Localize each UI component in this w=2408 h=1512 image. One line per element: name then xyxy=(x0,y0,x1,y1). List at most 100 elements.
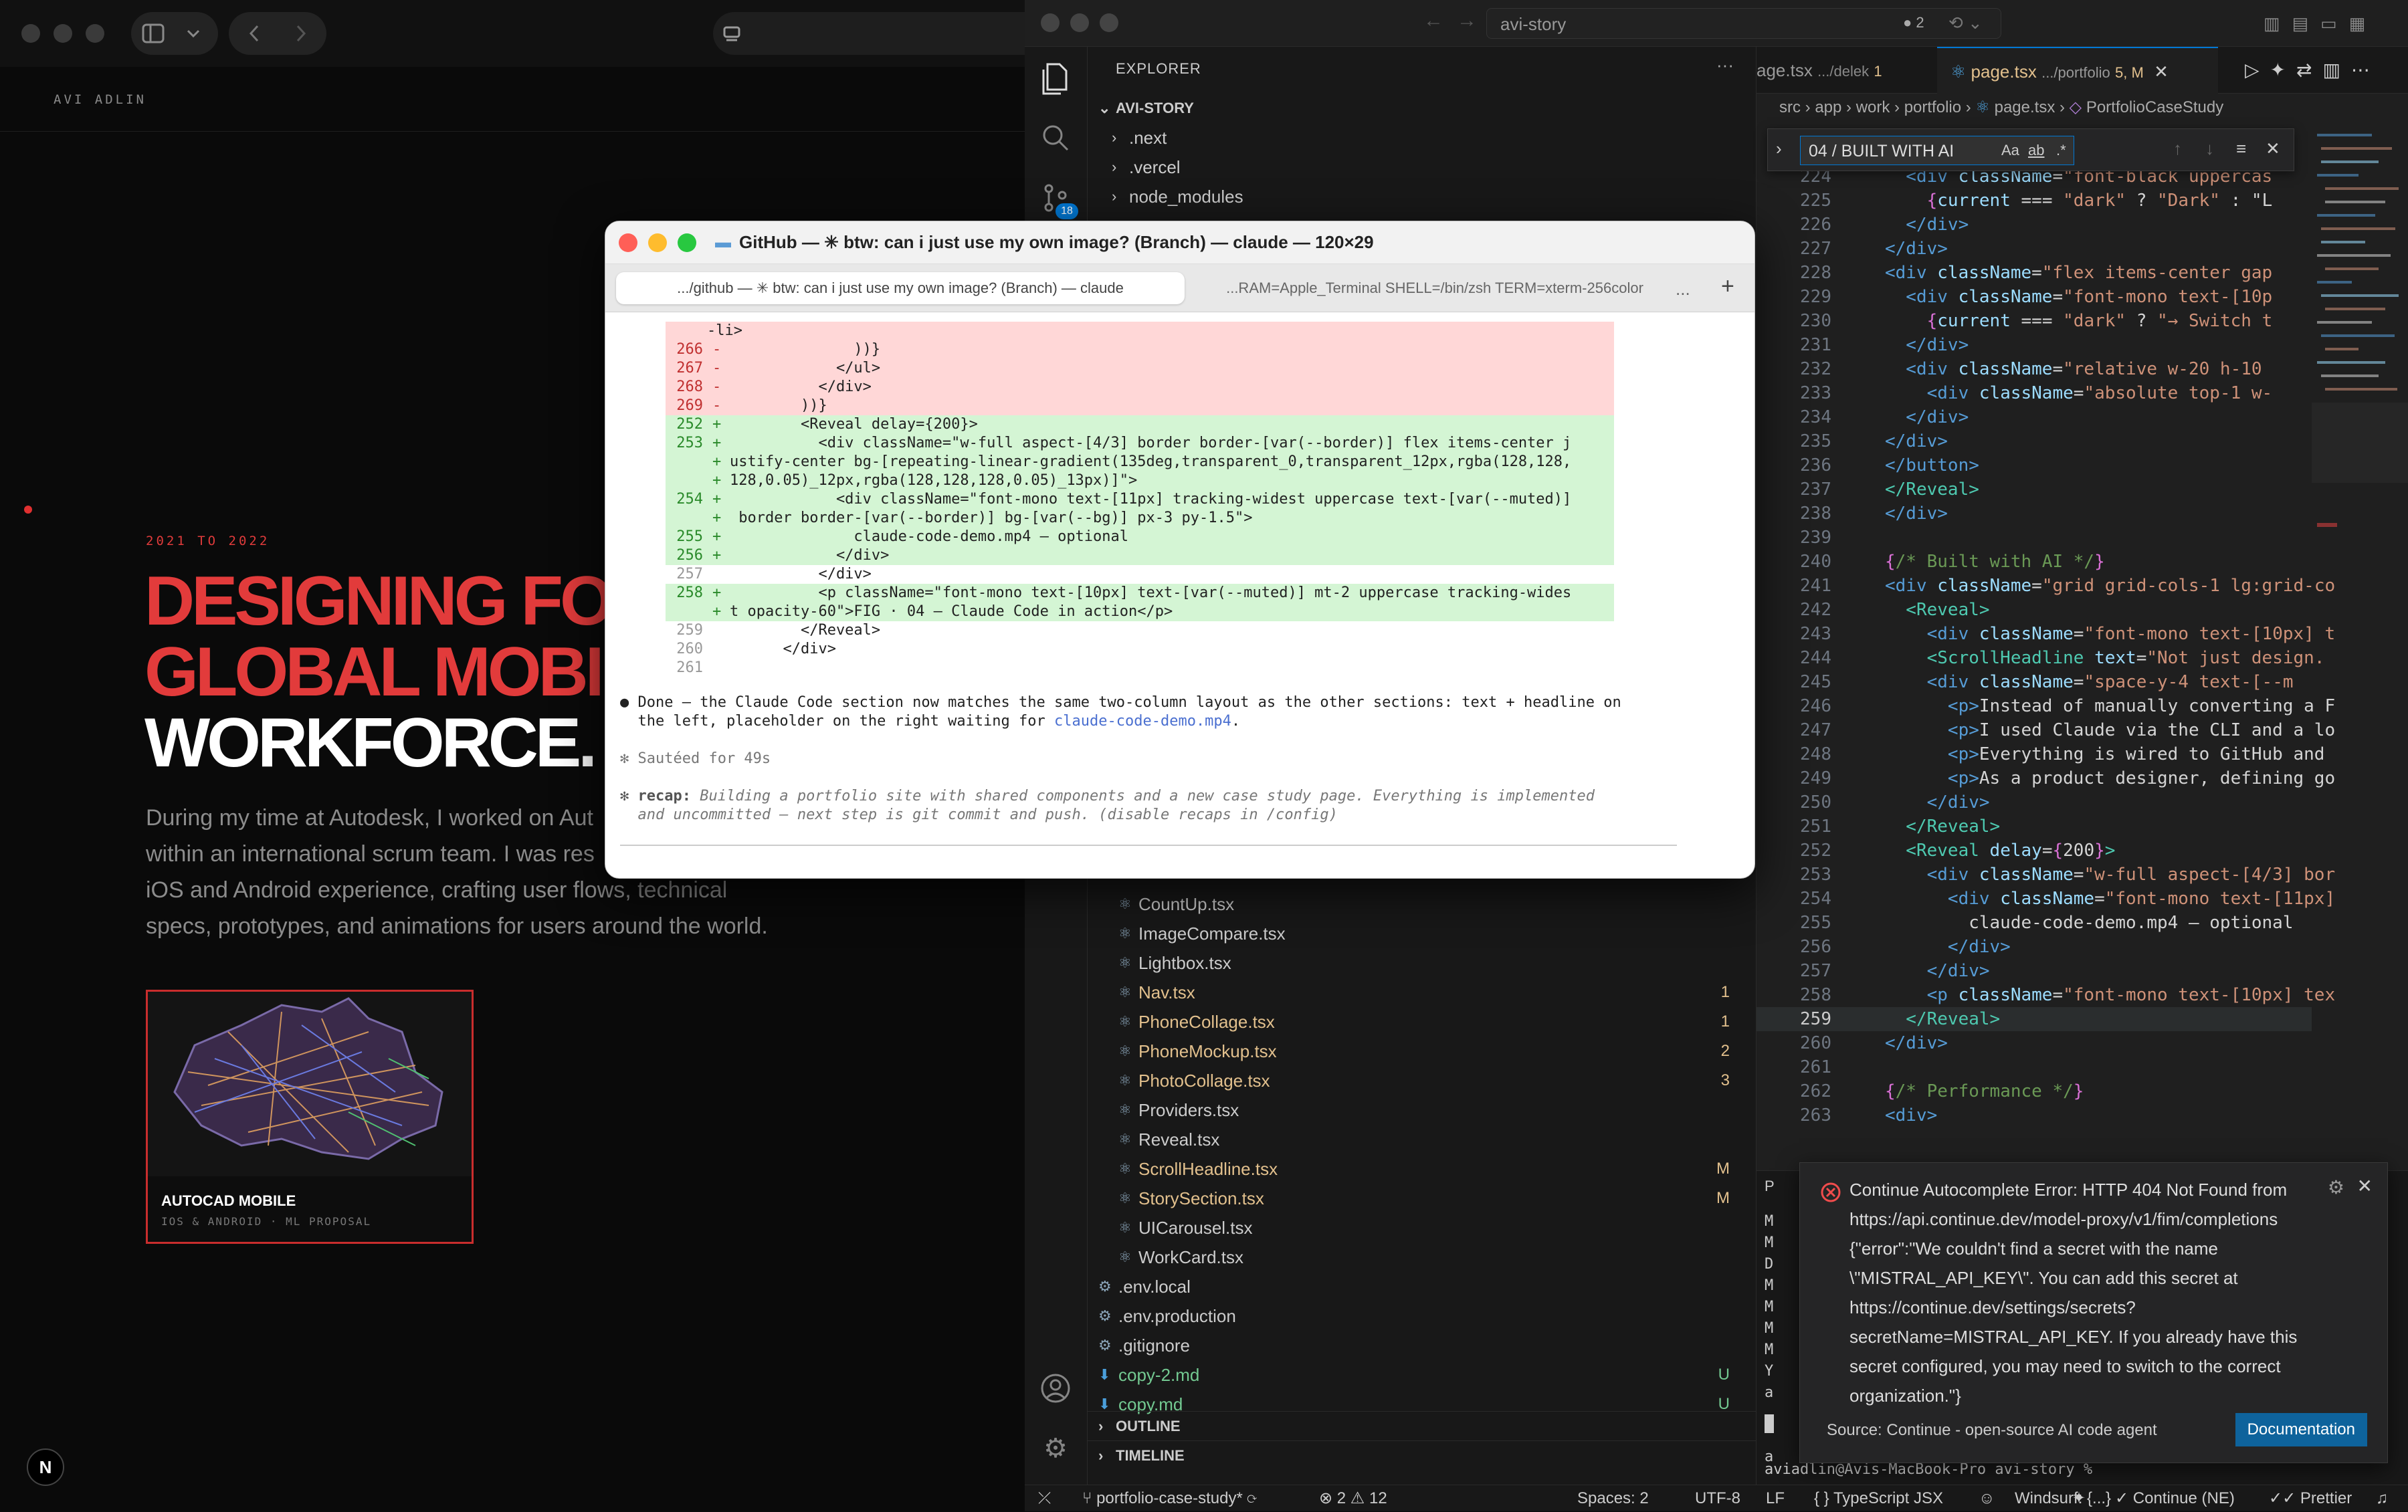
nextjs-dev-badge[interactable]: N xyxy=(27,1448,64,1486)
code-line[interactable]: 254 <div className="font-mono text-[11px… xyxy=(1757,887,2335,911)
maximize-window-button[interactable] xyxy=(678,233,696,252)
settings-gear-icon[interactable]: ⚙ xyxy=(1038,1431,1073,1466)
sync-icon[interactable]: ⟲ ⌄ xyxy=(1948,13,1983,33)
chevron-right-icon[interactable]: › xyxy=(1776,138,1782,159)
tab-overflow-button[interactable]: ... xyxy=(1676,279,1690,300)
code-line[interactable]: 246 <p>Instead of manually converting a … xyxy=(1757,694,2335,718)
code-line[interactable]: 259 </Reveal> xyxy=(1757,1007,2312,1031)
code-line[interactable]: 241 <div className="grid grid-cols-1 lg:g… xyxy=(1757,574,2335,598)
continue-status[interactable]: ✓ Continue (NE) xyxy=(2115,1485,2235,1512)
code-line[interactable]: 252 <Reveal delay={200}> xyxy=(1757,839,2312,863)
next-match-icon[interactable]: ↓ xyxy=(2205,138,2214,159)
code-line[interactable]: 255 claude-code-demo.mp4 — optional xyxy=(1757,911,2312,935)
close-tab-icon[interactable]: ✕ xyxy=(2154,62,2169,82)
file-item[interactable]: ⬇ copy-2.md U xyxy=(1088,1360,1757,1390)
notifications-bell-icon[interactable]: ♫ xyxy=(2376,1485,2388,1512)
regex-toggle[interactable]: .* xyxy=(2056,142,2066,159)
file-item[interactable]: ⚙ .gitignore xyxy=(1088,1331,1757,1360)
folder-node-modules[interactable]: › node_modules xyxy=(1088,182,1757,211)
address-bar[interactable] xyxy=(713,12,1043,55)
previous-match-icon[interactable]: ↑ xyxy=(2173,138,2182,159)
whole-word-toggle[interactable]: ab xyxy=(2028,142,2044,159)
timeline-section[interactable]: › TIMELINE xyxy=(1088,1440,1757,1470)
search-icon[interactable] xyxy=(1038,120,1073,155)
file-item[interactable]: ⚙ .env.production xyxy=(1088,1301,1757,1331)
minimize-window-button[interactable] xyxy=(54,24,72,43)
code-line[interactable]: 257 </div> xyxy=(1757,959,2312,983)
code-line[interactable]: 233 <div className="absolute top-1 w- xyxy=(1757,381,2312,405)
layout-controls[interactable]: ▥▤▭▦ xyxy=(2264,13,2391,33)
close-window-button[interactable] xyxy=(1041,13,1060,32)
file-link[interactable]: claude-code-demo.mp4 xyxy=(1054,713,1231,730)
code-line[interactable]: 234 </div> xyxy=(1757,405,2312,429)
file-item[interactable]: ⚛ PhoneCollage.tsx 1 xyxy=(1088,1007,1757,1037)
code-line[interactable]: 249 <p>As a product designer, defining g… xyxy=(1757,766,2335,790)
remote-icon[interactable]: ⤫ xyxy=(1038,1485,1051,1512)
code-line[interactable]: 235 </div> xyxy=(1757,429,2312,453)
code-line[interactable]: 231 </div> xyxy=(1757,333,2312,357)
code-line[interactable]: 236 </button> xyxy=(1757,453,2312,477)
code-line[interactable]: 248 <p>Everything is wired to GitHub and xyxy=(1757,742,2324,766)
minimize-window-button[interactable] xyxy=(648,233,667,252)
close-find-icon[interactable]: ✕ xyxy=(2266,138,2280,159)
code-line[interactable]: 256 </div> xyxy=(1757,935,2312,959)
back-icon[interactable] xyxy=(247,24,261,43)
tab-portfolio-page[interactable]: ⚛ page.tsx .../portfolio 5, M ✕ xyxy=(1937,47,2218,94)
code-line[interactable]: 250 </div> xyxy=(1757,790,2312,815)
code-line[interactable]: 225 {current === "dark" ? "Dark" : "L xyxy=(1757,189,2312,213)
source-control-icon[interactable]: 18 xyxy=(1038,181,1078,219)
breadcrumb-item[interactable]: app xyxy=(1815,98,1841,116)
code-editor[interactable]: 224 <div className="font-black uppercas 2… xyxy=(1757,165,2408,1186)
code-line[interactable]: 237 </Reveal> xyxy=(1757,477,2312,502)
terminal-tab-active[interactable]: .../github — ✳ btw: can i just use my ow… xyxy=(616,272,1185,304)
outline-section[interactable]: › OUTLINE xyxy=(1088,1411,1757,1440)
line-endings[interactable]: LF xyxy=(1766,1485,1785,1512)
file-item[interactable]: ⚛ ScrollHeadline.tsx M xyxy=(1088,1154,1757,1184)
tab-delek-page[interactable]: age.tsx .../delek 1 xyxy=(1757,47,1937,94)
maximize-window-button[interactable] xyxy=(86,24,104,43)
code-line[interactable]: 244 <ScrollHeadline text="Not just desig… xyxy=(1757,646,2324,670)
file-item[interactable]: ⚛ UICarousel.tsx xyxy=(1088,1213,1757,1243)
folder-next[interactable]: › .next xyxy=(1088,123,1757,152)
windsurf-status[interactable]: Windsurf: {...} xyxy=(2015,1485,2111,1512)
code-line[interactable]: 230 {current === "dark" ? "→ Switch t xyxy=(1757,309,2312,333)
close-window-button[interactable] xyxy=(21,24,40,43)
nav-forward-icon[interactable]: → xyxy=(1457,9,1477,32)
forward-icon[interactable] xyxy=(294,24,308,43)
site-name[interactable]: AVI ADLIN xyxy=(54,92,146,107)
file-item[interactable]: ⚛ PhotoCollage.tsx 3 xyxy=(1088,1066,1757,1095)
code-line[interactable]: 226 </div> xyxy=(1757,213,2312,237)
terminal-tab[interactable]: ...RAM=Apple_Terminal SHELL=/bin/zsh TER… xyxy=(1207,272,1662,304)
code-line[interactable]: 247 <p>I used Claude via the CLI and a l… xyxy=(1757,718,2335,742)
file-item[interactable]: ⚙ .env.local xyxy=(1088,1272,1757,1301)
prettier-status[interactable]: ✓✓ Prettier xyxy=(2269,1485,2352,1512)
encoding[interactable]: UTF-8 xyxy=(1695,1485,1740,1512)
breadcrumb-item[interactable]: src xyxy=(1779,98,1801,116)
code-line[interactable]: 251 </Reveal> xyxy=(1757,815,2312,839)
code-line[interactable]: 258 <p className="font-mono text-[10px] … xyxy=(1757,983,2335,1007)
file-item[interactable]: ⚛ Nav.tsx 1 xyxy=(1088,978,1757,1007)
account-icon[interactable] xyxy=(1038,1371,1073,1406)
notification-settings-icon[interactable]: ⚙ xyxy=(2328,1176,2344,1198)
breadcrumb-item[interactable]: PortfolioCaseStudy xyxy=(2086,98,2223,116)
problems-indicator[interactable]: ⊗ 2 ⚠ 12 xyxy=(1319,1485,1387,1512)
breadcrumb-item[interactable]: work xyxy=(1856,98,1890,116)
close-notification-icon[interactable]: ✕ xyxy=(2357,1175,2373,1197)
explorer-icon[interactable] xyxy=(1038,60,1073,95)
command-center[interactable]: avi-story ● 2 ⟲ ⌄ xyxy=(1486,8,2001,39)
code-line[interactable]: 240 {/* Built with AI */} xyxy=(1757,550,2312,574)
file-item[interactable]: ⚛ Reveal.tsx xyxy=(1088,1125,1757,1154)
match-case-toggle[interactable]: Aa xyxy=(2001,142,2019,159)
file-item[interactable]: ⚛ ImageCompare.tsx xyxy=(1088,919,1757,948)
code-line[interactable]: 245 <div className="space-y-4 text-[--m xyxy=(1757,670,2312,694)
new-tab-button[interactable]: + xyxy=(1721,274,1734,300)
close-window-button[interactable] xyxy=(619,233,637,252)
file-item[interactable]: ⚛ Providers.tsx xyxy=(1088,1095,1757,1125)
branch-indicator[interactable]: ⑂ portfolio-case-study* ⟳ xyxy=(1082,1485,1257,1512)
code-line[interactable]: 261 xyxy=(1757,1055,2312,1079)
code-line[interactable]: 229 <div className="font-mono text-[10p xyxy=(1757,285,2312,309)
sidebar-toggle-button[interactable] xyxy=(131,12,218,55)
code-line[interactable]: 263 <div> xyxy=(1757,1103,2312,1127)
editor-actions[interactable]: ▷✦⇄▥⋯ xyxy=(2245,59,2381,81)
project-root[interactable]: ⌄ AVI-STORY xyxy=(1088,94,1757,123)
